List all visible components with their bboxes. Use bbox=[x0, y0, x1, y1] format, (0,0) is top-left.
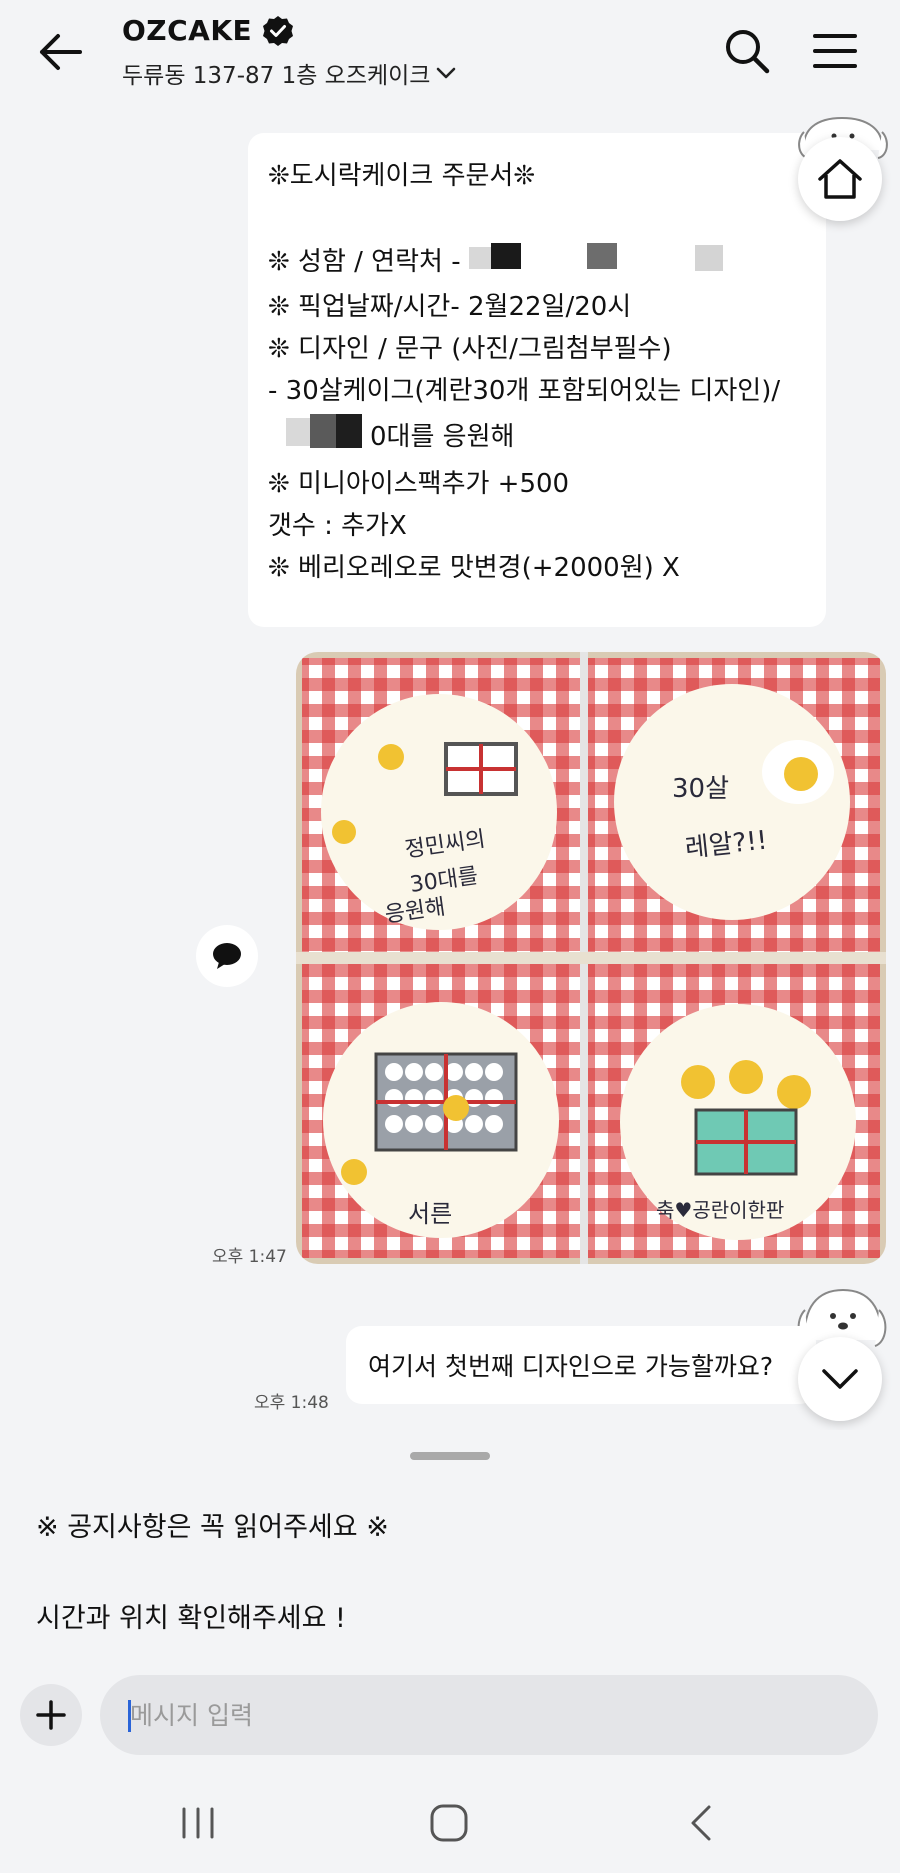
cake-design-photo[interactable]: 정민씨의 30대를 응원해 30살 레알?!! 서른 축♥공란이한판 bbox=[296, 652, 886, 1264]
order-line-pickup: ❊ 픽업날짜/시간- 2월22일/20시 bbox=[268, 292, 632, 322]
hamburger-menu-icon bbox=[813, 34, 857, 68]
order-line-count: 갯수 : 추가X bbox=[268, 511, 407, 541]
search-button[interactable] bbox=[718, 22, 776, 80]
order-line-blank bbox=[268, 197, 806, 239]
recent-apps-icon bbox=[182, 1807, 214, 1839]
back-nav-button[interactable] bbox=[662, 1795, 742, 1851]
sheet-drag-handle[interactable] bbox=[410, 1452, 490, 1460]
recent-apps-button[interactable] bbox=[158, 1795, 238, 1851]
censored-name bbox=[268, 412, 370, 463]
notice-body: 시간과 위치 확인해주세요 ! bbox=[36, 1603, 346, 1634]
message-text: 여기서 첫번째 디자인으로 가능할까요? bbox=[368, 1352, 774, 1381]
shop-address-selector[interactable]: 두류동 137-87 1층 오즈케이크 bbox=[122, 56, 456, 90]
order-line-message-text: 0대를 응원해 bbox=[370, 422, 515, 452]
speech-bubble-icon bbox=[213, 943, 241, 969]
home-icon bbox=[818, 159, 862, 199]
order-line-contact-text: ❊ 성함 / 연락처 - bbox=[268, 247, 469, 277]
back-button[interactable] bbox=[30, 24, 90, 80]
chevron-left-icon bbox=[691, 1805, 711, 1841]
home-nav-button[interactable] bbox=[409, 1795, 489, 1851]
order-line-flavor: ❊ 베리오레오로 맛변경(+2000원) X bbox=[268, 553, 680, 583]
message-bubble: 여기서 첫번째 디자인으로 가능할까요? bbox=[346, 1326, 816, 1404]
message-input[interactable] bbox=[100, 1675, 878, 1755]
shop-address: 두류동 137-87 1층 오즈케이크 bbox=[122, 63, 431, 89]
home-button[interactable] bbox=[798, 137, 882, 221]
attach-button[interactable] bbox=[20, 1684, 82, 1746]
plus-icon bbox=[36, 1700, 66, 1730]
shop-name: OZCAKE bbox=[122, 14, 253, 47]
home-square-icon bbox=[430, 1804, 468, 1842]
censored-contact bbox=[468, 239, 739, 286]
search-icon bbox=[726, 30, 770, 74]
order-line-icepack: ❊ 미니아이스팩추가 +500 bbox=[268, 469, 570, 499]
verified-badge-icon bbox=[263, 15, 294, 46]
order-line-message: 0대를 응원해 bbox=[268, 412, 806, 463]
menu-button[interactable] bbox=[806, 22, 864, 80]
message-time: 오후 1:48 bbox=[254, 1393, 329, 1413]
comment-button[interactable] bbox=[196, 925, 258, 987]
cake-photo-illustration: 정민씨의 30대를 응원해 30살 레알?!! 서른 축♥공란이한판 bbox=[296, 652, 886, 1264]
arrow-left-icon bbox=[40, 34, 82, 70]
svg-text:축♥공란이한판: 축♥공란이한판 bbox=[656, 1198, 784, 1222]
order-form-bubble: ❊도시락케이크 주문서❊ ❊ 성함 / 연락처 - ❊ 픽업날짜/시간- 2월2… bbox=[248, 133, 826, 627]
scroll-to-bottom-button[interactable] bbox=[798, 1337, 882, 1421]
text-caret bbox=[128, 1700, 131, 1732]
order-line-contact: ❊ 성함 / 연락처 - bbox=[268, 239, 806, 286]
svg-text:서른: 서른 bbox=[408, 1200, 452, 1228]
svg-text:30살: 30살 bbox=[672, 774, 729, 804]
chevron-down-icon bbox=[822, 1369, 858, 1389]
order-line-title: ❊도시락케이크 주문서❊ bbox=[268, 161, 536, 191]
notice-title: ※ 공지사항은 꼭 읽어주세요 ※ bbox=[36, 1512, 389, 1543]
message-time: 오후 1:47 bbox=[212, 1247, 287, 1267]
chevron-down-icon bbox=[437, 67, 456, 79]
order-line-design: ❊ 디자인 / 문구 (사진/그림첨부필수) bbox=[268, 334, 672, 364]
order-line-design-detail: - 30살케이그(계란30개 포함되어있는 디자인)/ bbox=[268, 376, 781, 406]
shop-title[interactable]: OZCAKE bbox=[122, 14, 294, 47]
